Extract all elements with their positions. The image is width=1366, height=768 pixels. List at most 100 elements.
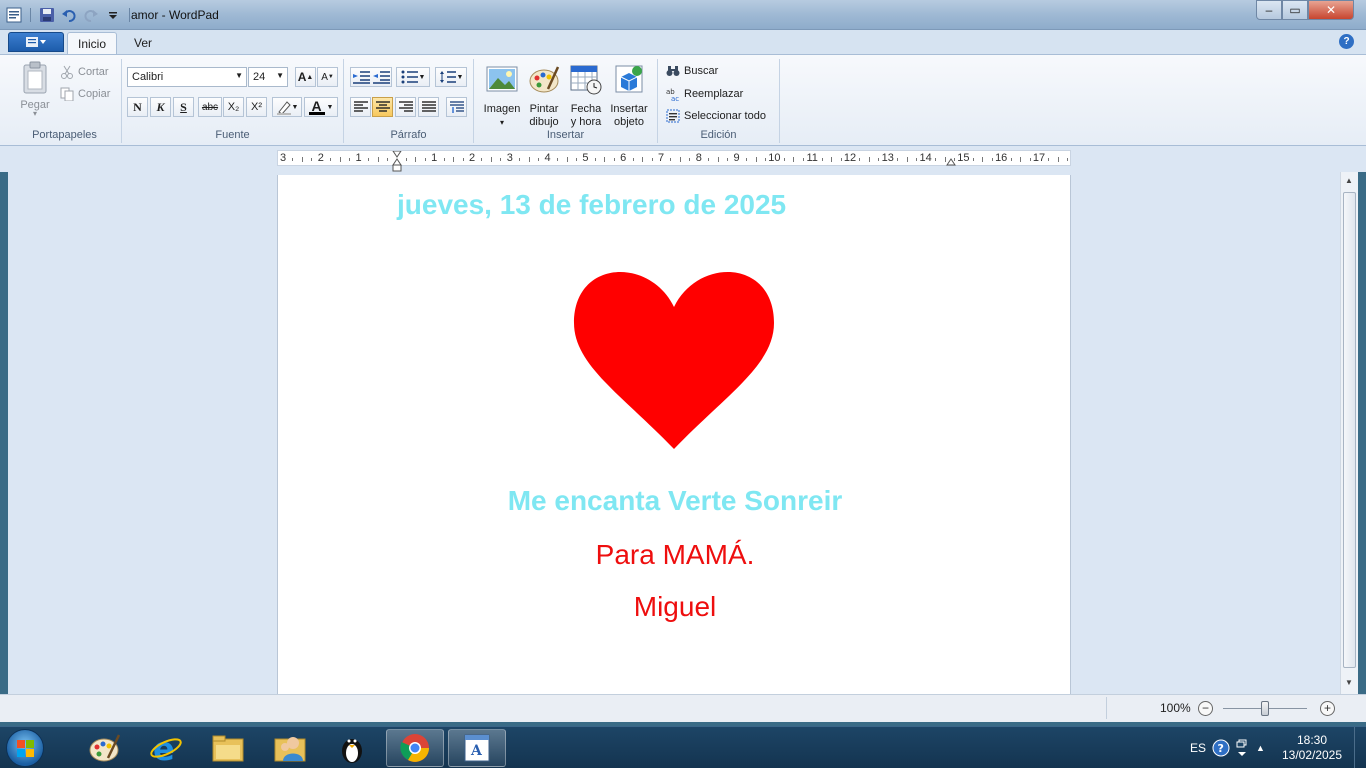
align-right-button[interactable]	[395, 97, 416, 117]
internet-explorer-icon: e	[150, 731, 182, 765]
save-icon[interactable]	[37, 5, 57, 25]
indent-marker-icon[interactable]	[392, 151, 402, 173]
ruler-tick	[897, 158, 899, 161]
paint-drawing-button[interactable]: Pintar dibujo	[521, 63, 567, 129]
shrink-font-button[interactable]: A ▼	[317, 67, 338, 87]
app-menu-button[interactable]	[8, 32, 64, 52]
taskbar-internet-explorer[interactable]: e	[137, 729, 195, 767]
chrome-icon	[400, 734, 429, 762]
underline-button[interactable]: S	[173, 97, 194, 117]
taskbar-users[interactable]	[261, 729, 319, 767]
close-button[interactable]: ✕	[1308, 0, 1354, 20]
replace-button[interactable]: ab ac Reemplazar	[666, 87, 743, 101]
show-hidden-icons[interactable]: ▲	[1256, 727, 1265, 768]
bold-button[interactable]: N	[127, 97, 148, 117]
window-switch-tray-icon[interactable]	[1236, 727, 1248, 768]
customize-qat-icon[interactable]	[103, 5, 123, 25]
align-center-button[interactable]	[372, 97, 393, 117]
vertical-scrollbar[interactable]: ▲ ▼	[1340, 172, 1358, 694]
taskbar-chrome[interactable]	[386, 729, 444, 767]
help-circle-icon: ?	[1212, 739, 1230, 757]
show-desktop-button[interactable]	[1354, 727, 1366, 768]
ruler-tick	[490, 157, 492, 162]
zoom-in-button[interactable]: +	[1320, 701, 1335, 716]
ruler-tick	[727, 158, 729, 161]
ruler-label: 12	[843, 152, 857, 164]
ruler-tick	[717, 157, 719, 162]
taskbar-paint[interactable]	[75, 729, 133, 767]
help-icon[interactable]: ?	[1339, 34, 1354, 49]
taskbar: e A ES ? ▲ 18:30 13/02/2025	[0, 726, 1366, 768]
ruler-tick	[651, 158, 653, 161]
taskbar-file-explorer[interactable]	[199, 729, 257, 767]
ruler-tick	[746, 158, 748, 161]
superscript-button[interactable]: X²	[246, 97, 267, 117]
cut-button[interactable]: Cortar	[60, 65, 109, 79]
font-size-select[interactable]: 24 ▼	[248, 67, 288, 87]
chevron-down-icon: ▼	[276, 71, 284, 80]
wordpad-app-icon[interactable]	[4, 5, 24, 25]
heart-image[interactable]	[572, 265, 776, 451]
tab-inicio[interactable]: Inicio	[67, 32, 118, 54]
scrollbar-thumb[interactable]	[1343, 192, 1356, 668]
help-tray-icon[interactable]: ?	[1212, 727, 1230, 768]
align-left-button[interactable]	[350, 97, 371, 117]
redo-icon[interactable]	[81, 5, 101, 25]
align-right-icon	[398, 101, 413, 112]
chevron-down-icon: ▼	[326, 103, 334, 111]
tab-ver[interactable]: Ver	[124, 32, 162, 54]
ruler-label: 13	[881, 152, 894, 164]
zoom-slider-thumb[interactable]	[1261, 701, 1269, 716]
paste-button[interactable]: Pegar ▾	[18, 61, 52, 118]
paragraph-settings-button[interactable]	[446, 97, 467, 117]
ruler-tick	[906, 157, 908, 162]
date-time-button[interactable]: Fecha y hora	[563, 63, 609, 129]
subscript-button[interactable]: X₂	[223, 97, 244, 117]
list-button[interactable]: ▼	[396, 67, 430, 87]
replace-label: Reemplazar	[684, 88, 744, 100]
copy-button[interactable]: Copiar	[60, 87, 110, 101]
ruler-tick	[632, 158, 634, 161]
minimize-button[interactable]: –	[1256, 0, 1282, 20]
find-button[interactable]: Buscar	[666, 65, 718, 77]
copy-icon	[60, 87, 74, 101]
justify-button[interactable]	[418, 97, 439, 117]
taskbar-wordpad[interactable]: A	[448, 729, 506, 767]
insert-object-button[interactable]: Insertar objeto	[606, 63, 652, 129]
ruler-tick	[462, 158, 464, 161]
align-center-icon	[375, 101, 390, 112]
ruler-label: 3	[279, 152, 287, 164]
text-color-button[interactable]: A ▼	[304, 97, 338, 117]
strikethrough-button[interactable]: abc	[198, 97, 222, 117]
ruler-tick	[415, 157, 417, 162]
ruler-tick	[755, 157, 757, 162]
highlight-color-button[interactable]: ▼	[272, 97, 302, 117]
indent-buttons[interactable]	[350, 67, 392, 87]
ruler[interactable]: 3 2 1 1 2 3 4 5 6 7 8 9 10 11 12 13 14 15 16 17	[277, 150, 1071, 172]
taskbar-clock[interactable]: 18:30 13/02/2025	[1276, 733, 1348, 763]
grow-font-button[interactable]: A ▲	[295, 67, 316, 87]
ruler-tick	[944, 157, 946, 162]
maximize-button[interactable]: ▭	[1282, 0, 1308, 20]
date-label-2: y hora	[570, 116, 602, 128]
scroll-up-icon[interactable]: ▲	[1345, 176, 1353, 185]
svg-text:A: A	[470, 743, 483, 759]
line-spacing-button[interactable]: ▼	[435, 67, 467, 87]
select-all-button[interactable]: Seleccionar todo	[666, 109, 766, 123]
document-page[interactable]: jueves, 13 de febrero de 2025 Me encanta…	[277, 175, 1071, 694]
undo-icon[interactable]	[59, 5, 79, 25]
ruler-tick	[301, 157, 303, 162]
zoom-out-button[interactable]: −	[1198, 701, 1213, 716]
ruler-tick	[443, 158, 445, 161]
find-label: Buscar	[684, 65, 719, 77]
ruler-label: 1	[355, 152, 362, 164]
insert-image-button[interactable]: Imagen ▾	[479, 63, 525, 129]
start-button[interactable]	[6, 729, 44, 767]
editing-group-label: Edición	[700, 129, 737, 141]
language-indicator[interactable]: ES	[1190, 727, 1206, 768]
taskbar-penguin[interactable]	[323, 729, 381, 767]
font-family-select[interactable]: Calibri ▼	[127, 67, 247, 87]
copy-label: Copiar	[78, 88, 111, 100]
scroll-down-icon[interactable]: ▼	[1345, 678, 1353, 687]
italic-button[interactable]: K	[150, 97, 171, 117]
